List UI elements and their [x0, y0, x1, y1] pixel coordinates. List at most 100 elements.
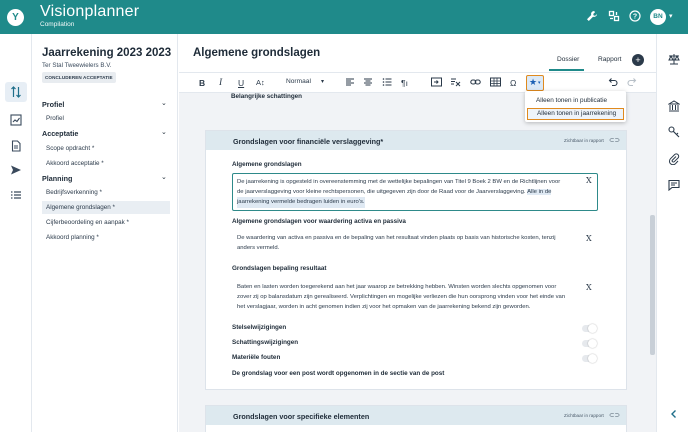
font-size-button[interactable]: A↕: [256, 77, 265, 89]
section-label: Algemene grondslagen voor waardering act…: [232, 218, 406, 225]
nav-section-planning[interactable]: Planning: [42, 174, 72, 183]
app-logo[interactable]: Y: [7, 9, 24, 26]
special-char-button[interactable]: Ω: [510, 77, 516, 89]
link-icon[interactable]: [470, 77, 481, 89]
toggle-switch[interactable]: [582, 324, 597, 333]
doc-subtitle: Ter Stal Tweewielers B.V.: [42, 62, 112, 69]
highlighted-text: Alle in de: [527, 189, 552, 196]
tab-rapport[interactable]: Rapport: [598, 56, 621, 63]
italic-button[interactable]: I: [219, 77, 222, 89]
help-icon[interactable]: ?: [628, 10, 642, 24]
sidebar-item-akkoord-acceptatie[interactable]: Akkoord acceptatie *: [42, 157, 170, 170]
prev-section-label: Belangrijke schattingen: [231, 93, 303, 100]
user-avatar[interactable]: BN: [650, 9, 666, 25]
card-specific-elements: Grondslagen voor specifieke elementen Zi…: [205, 405, 627, 432]
nav-section-acceptatie[interactable]: Acceptatie: [42, 129, 78, 138]
undo-icon[interactable]: [607, 77, 618, 89]
sidebar-item-akkoord-planning[interactable]: Akkoord planning *: [42, 231, 170, 244]
main-header: Algemene grondslagen Dossier Rapport +: [179, 34, 656, 72]
scale-icon[interactable]: [667, 53, 680, 66]
remove-icon[interactable]: X: [586, 283, 592, 292]
card-financial-reporting: Grondslagen voor financiële verslaggevin…: [205, 130, 627, 390]
tab-dossier[interactable]: Dossier: [557, 56, 579, 63]
top-bar: Y Visionplanner Compilation ? BN ▾: [0, 0, 688, 34]
toggle-switch[interactable]: [582, 339, 597, 348]
sidebar-item-profiel[interactable]: Profiel: [42, 112, 170, 125]
left-rail: [0, 34, 32, 432]
editor-toolbar: B I U A↕ Normaal ▾ ¶ı Ω ★ ▾: [179, 72, 656, 93]
highlighted-text: jaarrekening vermelde bedragen luiden in…: [237, 197, 365, 208]
conclude-acceptance-button[interactable]: CONCLUDEREN ACCEPTATIE: [42, 72, 116, 83]
send-icon[interactable]: [9, 164, 23, 178]
editor-content: Belangrijke schattingen Grondslagen voor…: [179, 93, 656, 432]
sidebar-item-algemene-grondslagen[interactable]: Algemene grondslagen *: [42, 201, 170, 214]
visibility-label: Zichtbaar in rapport: [564, 138, 604, 143]
svg-text:?: ?: [633, 14, 637, 21]
scrollbar[interactable]: [650, 215, 655, 355]
sidebar-item-bedrijfsverkenning[interactable]: Bedrijfsverkenning *: [42, 186, 170, 199]
paragraph-text[interactable]: De jaarrekening is opgesteld in overeens…: [237, 177, 572, 208]
app-title: Visionplanner: [40, 3, 140, 20]
redo-icon[interactable]: [627, 77, 638, 89]
card-header[interactable]: Grondslagen voor specifieke elementen Zi…: [206, 406, 626, 425]
sidebar-item-cijferbeoordeling[interactable]: Cijferbeoordeling en aanpak *: [42, 216, 170, 229]
bank-icon[interactable]: [666, 100, 681, 113]
remove-icon[interactable]: X: [586, 234, 592, 243]
sort-icon[interactable]: [9, 86, 23, 100]
chevron-down-icon[interactable]: ⌄: [161, 173, 167, 181]
chevron-left-icon[interactable]: [667, 408, 680, 421]
paragraph-line: De waardering van activa en passiva en d…: [237, 235, 556, 241]
active-tab-indicator: [549, 69, 584, 71]
table-icon[interactable]: [490, 77, 501, 89]
paragraph-line: anders vermeld.: [237, 245, 280, 252]
footer-note: De grondslag voor een post wordt opgenom…: [232, 370, 445, 377]
doc-title: Jaarrekening 2023 2023: [42, 47, 172, 59]
hide-icon[interactable]: [450, 77, 461, 89]
eye-link-icon[interactable]: ⊂⊃: [609, 411, 620, 419]
paragraph-icon[interactable]: ¶ı: [401, 77, 408, 89]
nav-section-profiel[interactable]: Profiel: [42, 100, 64, 109]
align-center-icon[interactable]: [363, 77, 373, 89]
sidebar-item-scope-opdracht[interactable]: Scope opdracht *: [42, 142, 170, 155]
paragraph-text[interactable]: Baten en lasten worden toegerekend aan h…: [237, 282, 572, 313]
chevron-down-icon: ▾: [538, 80, 541, 86]
add-button[interactable]: +: [632, 54, 644, 66]
insert-field-icon[interactable]: [431, 77, 442, 89]
bullet-list-icon[interactable]: [382, 77, 392, 89]
visibility-star-button[interactable]: ★ ▾: [526, 75, 544, 91]
paragraph-style-select[interactable]: Normaal: [286, 78, 311, 85]
wrench-icon[interactable]: [585, 10, 599, 24]
paragraph-line: zover zij op balansdatum zijn gerealisee…: [237, 294, 566, 301]
paragraph-line: De jaarrekening is opgesteld in overeens…: [237, 179, 561, 185]
bold-button[interactable]: B: [199, 77, 205, 89]
bracket-icon[interactable]: [607, 10, 621, 24]
card-title: Grondslagen voor financiële verslaggevin…: [233, 137, 384, 146]
underline-button[interactable]: U: [238, 77, 244, 89]
dropdown-item-jaarrekening[interactable]: Alleen tonen in jaarrekening: [527, 108, 624, 120]
visibility-dropdown: Alleen tonen in publicatie Alleen tonen …: [525, 91, 626, 122]
chevron-down-icon[interactable]: ▾: [321, 78, 324, 85]
right-rail: [656, 34, 688, 432]
remove-icon[interactable]: X: [586, 176, 592, 185]
chevron-down-icon[interactable]: ⌄: [161, 99, 167, 107]
chevron-down-icon[interactable]: ⌄: [161, 128, 167, 136]
paragraph-line: de jaarverslaggeving voor kleine rechtsp…: [237, 187, 572, 197]
chart-icon[interactable]: [9, 114, 23, 128]
dropdown-item-publicatie[interactable]: Alleen tonen in publicatie: [527, 95, 624, 107]
toggle-switch[interactable]: [582, 354, 597, 363]
toggle-label: Schattingswijzigingen: [232, 339, 299, 346]
visibility-label: Zichtbaar in rapport: [564, 413, 604, 418]
eye-link-icon[interactable]: ⊂⊃: [609, 136, 620, 144]
comment-icon[interactable]: [667, 179, 680, 192]
chevron-down-icon[interactable]: ▾: [669, 12, 673, 20]
page-title: Algemene grondslagen: [193, 47, 321, 59]
list-icon[interactable]: [9, 189, 23, 203]
card-header[interactable]: Grondslagen voor financiële verslaggevin…: [206, 131, 626, 150]
app-subtitle: Compilation: [40, 21, 75, 28]
paperclip-icon[interactable]: [667, 153, 680, 166]
paragraph-text[interactable]: De waardering van activa en passiva en d…: [237, 233, 572, 253]
document-icon[interactable]: [9, 140, 23, 154]
sidebar: Jaarrekening 2023 2023 Ter Stal Tweewiel…: [33, 34, 178, 432]
align-left-icon[interactable]: [345, 77, 355, 89]
key-icon[interactable]: [667, 126, 680, 139]
